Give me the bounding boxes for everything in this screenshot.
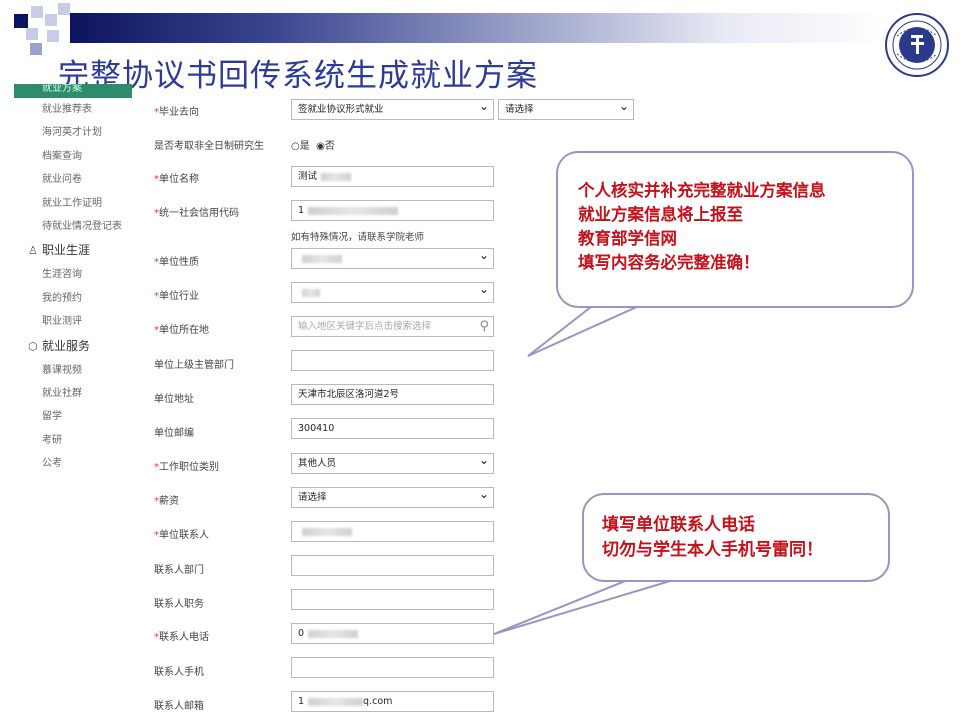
sidebar-item-work-certificate[interactable]: 就业工作证明 [14, 192, 132, 215]
sidebar-item-study-abroad[interactable]: 留学 [14, 405, 132, 428]
callout-1-line: 个人核实并补充完整就业方案信息 [578, 181, 826, 200]
sidebar-item-appointment[interactable]: 我的预约 [14, 287, 132, 310]
form-row-location: *单位所在地 输入地区关键字后点击搜索选择 ⚲ [142, 316, 552, 350]
radio-no[interactable]: ◉否 [316, 141, 335, 152]
deco-square [30, 43, 42, 55]
contact-mobile-input[interactable] [291, 657, 494, 678]
form-row-salary: *薪资 请选择 [142, 487, 552, 521]
contact-person-input[interactable] [291, 521, 494, 542]
company-name-label: 单位名称 [159, 174, 199, 185]
company-name-input[interactable]: 测试 [291, 166, 494, 187]
sidebar-group-label: 就业服务 [42, 338, 91, 353]
form-row-superior-dept: 单位上级主管部门 [142, 350, 552, 384]
credit-code-input[interactable]: 1 [291, 200, 494, 221]
destination-select[interactable]: 签就业协议形式就业 [291, 99, 494, 120]
location-search-input[interactable]: 输入地区关键字后点击搜索选择 ⚲ [291, 316, 494, 337]
salary-select[interactable]: 请选择 [291, 487, 494, 508]
deco-square [58, 3, 70, 15]
sidebar-item-postgrad[interactable]: 考研 [14, 429, 132, 452]
sidebar-group-career[interactable]: ♙ 职业生涯 [14, 238, 132, 263]
contact-email-label: 联系人邮箱 [154, 701, 204, 712]
form-row-part-time-grad: 是否考取非全日制研究生 ○是 ◉否 [142, 134, 552, 168]
sidebar-item-employment-plan[interactable]: 就业方案 [14, 84, 132, 98]
sidebar-item-survey[interactable]: 就业问卷 [14, 168, 132, 191]
deco-square [47, 30, 59, 42]
job-category-label: 工作职位类别 [159, 462, 219, 473]
sidebar-item-consult[interactable]: 生涯咨询 [14, 263, 132, 286]
sidebar-item-archive[interactable]: 档案查询 [14, 145, 132, 168]
contact-title-label: 联系人职务 [154, 599, 204, 610]
form-row-address: 单位地址 天津市北辰区洛河道2号 [142, 384, 552, 418]
header-gradient-bar [70, 13, 890, 43]
contact-person-label: 单位联系人 [159, 530, 209, 541]
sidebar-item-assessment[interactable]: 职业测评 [14, 310, 132, 333]
location-label: 单位所在地 [159, 325, 209, 336]
credit-code-hint: 如有特殊情况，请联系学院老师 [291, 232, 425, 243]
destination-label: 毕业去向 [159, 107, 199, 118]
superior-dept-label: 单位上级主管部门 [154, 360, 234, 371]
form-row-contact-mobile: 联系人手机 [142, 657, 552, 691]
industry-select[interactable] [291, 282, 494, 303]
sidebar-item-haihe-talent[interactable]: 海河英才计划 [14, 121, 132, 144]
deco-square [26, 28, 38, 40]
callout-phone-notice: 填写单位联系人电话 切勿与学生本人手机号雷同！ [582, 493, 890, 582]
callout-1-line: 填写内容务必完整准确！ [578, 253, 760, 272]
contact-dept-input[interactable] [291, 555, 494, 576]
contact-phone-label: 联系人电话 [159, 632, 209, 643]
superior-dept-input[interactable] [291, 350, 494, 371]
school-seal-logo [885, 13, 949, 77]
form-row-credit-code: *统一社会信用代码 1 如有特殊情况，请联系学院老师 [142, 200, 552, 243]
callout-1-line: 教育部学信网 [578, 229, 677, 248]
deco-square [45, 14, 57, 26]
form-row-contact-title: 联系人职务 [142, 589, 552, 623]
callout-accuracy-notice: 个人核实并补充完整就业方案信息 就业方案信息将上报至 教育部学信网 填写内容务必… [556, 151, 914, 308]
address-input[interactable]: 天津市北辰区洛河道2号 [291, 384, 494, 405]
form-row-destination: *毕业去向 签就业协议形式就业 请选择 [142, 99, 634, 133]
contact-dept-label: 联系人部门 [154, 565, 204, 576]
contact-title-input[interactable] [291, 589, 494, 610]
form-row-postcode: 单位邮编 300410 [142, 418, 552, 452]
form-row-contact-phone: *联系人电话 0 [142, 623, 552, 657]
sidebar: 就业方案 就业推荐表 海河英才计划 档案查询 就业问卷 就业工作证明 待就业情况… [14, 84, 132, 475]
postcode-label: 单位邮编 [154, 428, 194, 439]
form-row-industry: *单位行业 [142, 282, 552, 316]
contact-phone-input[interactable]: 0 [291, 623, 494, 644]
company-nature-select[interactable] [291, 248, 494, 269]
sidebar-item-recommendation[interactable]: 就业推荐表 [14, 98, 132, 121]
callout-2-line: 切勿与学生本人手机号雷同！ [602, 540, 823, 560]
industry-label: 单位行业 [159, 291, 199, 302]
company-nature-label: 单位性质 [159, 257, 199, 268]
credit-code-label: 统一社会信用代码 [159, 208, 239, 219]
sidebar-item-civil-service[interactable]: 公考 [14, 452, 132, 475]
sidebar-group-label: 职业生涯 [42, 243, 91, 258]
contact-email-input[interactable]: 1 q.com [291, 691, 494, 712]
sidebar-item-unemployed-register[interactable]: 待就业情况登记表 [14, 215, 132, 238]
form-row-job-category: *工作职位类别 其他人员 [142, 453, 552, 487]
part-time-grad-label: 是否考取非全日制研究生 [154, 141, 264, 152]
sidebar-group-service[interactable]: ⬡ 就业服务 [14, 334, 132, 359]
address-label: 单位地址 [154, 394, 194, 405]
form-row-company-name: *单位名称 测试 [142, 166, 552, 200]
sidebar-item-community[interactable]: 就业社群 [14, 382, 132, 405]
salary-label: 薪资 [159, 496, 179, 507]
postcode-input[interactable]: 300410 [291, 418, 494, 439]
deco-square [31, 6, 43, 18]
job-category-select[interactable]: 其他人员 [291, 453, 494, 474]
form-row-contact-dept: 联系人部门 [142, 555, 552, 589]
callout-1-line: 就业方案信息将上报至 [578, 205, 743, 224]
radio-yes[interactable]: ○是 [291, 141, 310, 152]
form-row-contact-person: *单位联系人 [142, 521, 552, 555]
destination-sub-select[interactable]: 请选择 [498, 99, 634, 120]
deco-square [14, 14, 28, 28]
service-icon: ⬡ [28, 339, 38, 353]
callout-2-line: 填写单位联系人电话 [602, 515, 755, 535]
contact-mobile-label: 联系人手机 [154, 667, 204, 678]
search-icon[interactable]: ⚲ [479, 317, 489, 336]
form-row-company-nature: *单位性质 [142, 248, 552, 282]
sidebar-item-mooc[interactable]: 慕课视频 [14, 359, 132, 382]
career-icon: ♙ [28, 244, 38, 258]
